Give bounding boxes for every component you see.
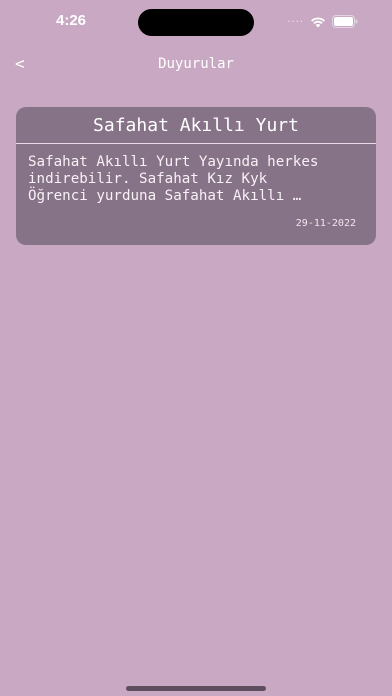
status-time: 4:26	[56, 12, 87, 29]
navigation-bar: < Duyurular	[0, 50, 392, 80]
announcement-body: Safahat Akıllı Yurt Yayında herkes indir…	[28, 154, 319, 204]
battery-icon	[332, 13, 358, 32]
wifi-icon	[310, 13, 326, 32]
announcement-card[interactable]: Safahat Akıllı Yurt Safahat Akıllı Yurt …	[16, 107, 376, 245]
announcement-date: 29-11-2022	[295, 218, 356, 229]
home-indicator[interactable]	[126, 686, 266, 691]
signal-icon: ····	[287, 17, 304, 28]
announcement-title: Safahat Akıllı Yurt	[16, 107, 376, 144]
page-title: Duyurular	[158, 56, 234, 72]
status-bar: 4:26 ····	[0, 0, 392, 44]
dynamic-island	[138, 9, 254, 36]
status-icons: ····	[287, 13, 358, 32]
